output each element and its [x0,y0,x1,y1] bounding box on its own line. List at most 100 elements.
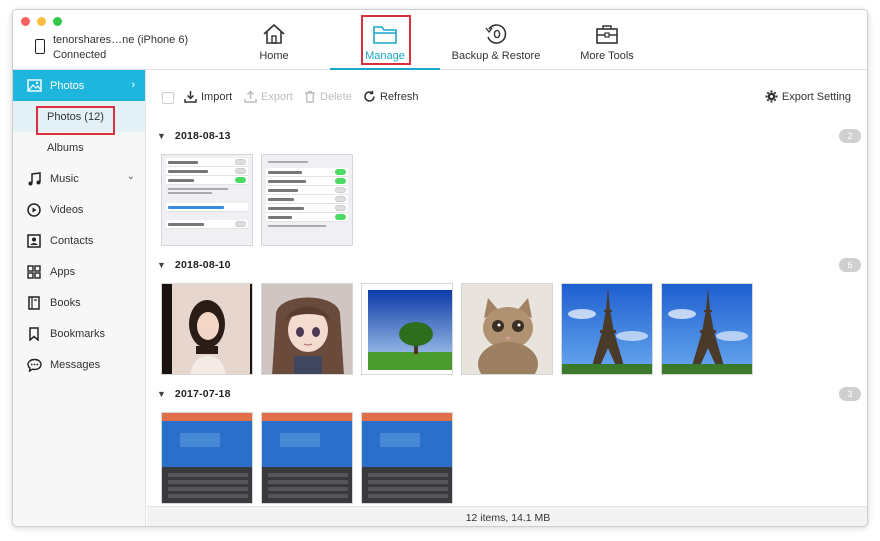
collapse-triangle-icon: ▼ [157,389,166,399]
export-setting-label: Export Setting [781,90,851,103]
status-text: 12 items, 14.1 MB [465,511,551,524]
photo-grid [161,412,453,504]
delete-button[interactable]: Delete [304,90,352,103]
device-status: Connected [53,49,107,61]
close-window-button[interactable] [21,17,30,26]
kitten-image [462,284,552,374]
laptop-screen-image [362,413,452,503]
group-count-badge: 2 [839,129,861,143]
chevron-down-icon: ⌄ [126,171,135,182]
photo-thumbnail[interactable] [161,412,253,504]
delete-label: Delete [320,90,352,103]
photo-thumbnail[interactable] [161,283,253,375]
photo-thumbnail[interactable] [361,283,453,375]
zoom-window-button[interactable] [53,17,62,26]
group-count-badge: 3 [839,387,861,401]
export-icon [244,90,257,103]
video-play-icon [26,202,42,218]
eiffel-tower-image [562,284,652,374]
sidebar-item-bookmarks-label: Bookmarks [50,327,106,340]
export-setting-button[interactable]: Export Setting [765,90,851,103]
sidebar-item-photos[interactable]: Photos › [13,70,145,101]
photo-grid [161,283,753,375]
portrait-photo-image [162,284,252,374]
sidebar-item-contacts-label: Contacts [50,234,94,247]
nav-tools-label: More Tools [580,50,634,62]
collapse-triangle-icon: ▼ [157,131,166,141]
nav-home-label: Home [259,50,289,62]
tree-landscape-image [362,284,452,374]
message-bubble-icon [26,357,42,373]
sidebar-item-messages-label: Messages [50,358,101,371]
nav-home[interactable]: Home [243,10,305,68]
group-count-badge: 6 [839,258,861,272]
sidebar-item-videos-label: Videos [50,203,84,216]
sidebar-item-music[interactable]: Music ⌄ [13,163,145,194]
photo-group-header[interactable]: ▼ 2018-08-13 2 [157,128,861,144]
bookmark-icon [26,326,42,342]
collapse-triangle-icon: ▼ [157,260,166,270]
export-label: Export [261,90,293,103]
photo-group-header[interactable]: ▼ 2017-07-18 3 [157,386,861,402]
photo-group-header[interactable]: ▼ 2018-08-10 6 [157,257,861,273]
eiffel-tower-image [662,284,752,374]
photo-thumbnail[interactable] [261,283,353,375]
refresh-icon [364,90,375,102]
sidebar-item-books-label: Books [50,296,81,309]
highlight-box-manage [361,15,411,65]
music-note-icon [26,171,42,187]
sidebar-item-contacts[interactable]: Contacts [13,225,145,256]
device-name: tenorshares…ne (iPhone 6) [53,34,189,46]
refresh-button[interactable]: Refresh [363,90,419,103]
phone-icon [35,39,45,54]
sidebar-item-videos[interactable]: Videos [13,194,145,225]
photo-thumbnail[interactable] [661,283,753,375]
select-all-checkbox[interactable] [162,92,174,104]
nav-backup-label: Backup & Restore [451,50,541,62]
group-date: 2018-08-10 [174,259,231,271]
sidebar-subitem-albums-label: Albums [47,141,84,154]
trash-icon [305,90,315,103]
window-controls [21,17,62,26]
sidebar-item-messages[interactable]: Messages [13,349,145,380]
group-date: 2017-07-18 [174,388,231,400]
sidebar-item-photos-label: Photos [50,79,85,92]
toolbox-icon [596,25,618,44]
sidebar-subitem-albums[interactable]: Albums [13,132,145,163]
sidebar-item-bookmarks[interactable]: Bookmarks [13,318,145,349]
photo-thumbnail[interactable] [461,283,553,375]
laptop-screen-image [262,413,352,503]
sidebar-item-apps[interactable]: Apps [13,256,145,287]
photo-thumbnail[interactable] [161,154,253,246]
book-icon [26,295,42,311]
main-content: Import Export Delete Refresh Export Sett… [147,70,867,506]
contacts-icon [26,233,42,249]
sidebar: Photos › Photos (12) Albums Music ⌄ Vide… [13,70,146,526]
import-label: Import [201,90,233,103]
app-window: tenorshares…ne (iPhone 6) Connected Home… [12,9,868,527]
export-button[interactable]: Export [244,90,293,103]
gear-icon [765,90,778,103]
anime-girl-image [262,284,352,374]
laptop-screen-image [162,413,252,503]
chevron-right-icon: › [131,79,135,91]
backup-restore-icon [485,24,507,44]
nav-more-tools[interactable]: More Tools [572,10,642,68]
photo-grid [161,154,353,246]
import-icon [184,91,197,103]
apps-grid-icon [26,264,42,280]
sidebar-item-books[interactable]: Books [13,287,145,318]
header: tenorshares…ne (iPhone 6) Connected Home… [13,10,867,70]
import-button[interactable]: Import [184,90,232,103]
device-info: tenorshares…ne (iPhone 6) Connected [35,33,188,63]
minimize-window-button[interactable] [37,17,46,26]
highlight-box-photos [36,106,115,135]
nav-backup-restore[interactable]: Backup & Restore [448,10,544,68]
photo-thumbnail[interactable] [261,154,353,246]
photo-thumbnail[interactable] [361,412,453,504]
status-bar: 12 items, 14.1 MB [147,506,867,526]
photo-thumbnail[interactable] [261,412,353,504]
group-date: 2018-08-13 [174,130,231,142]
refresh-label: Refresh [380,90,419,103]
photo-thumbnail[interactable] [561,283,653,375]
